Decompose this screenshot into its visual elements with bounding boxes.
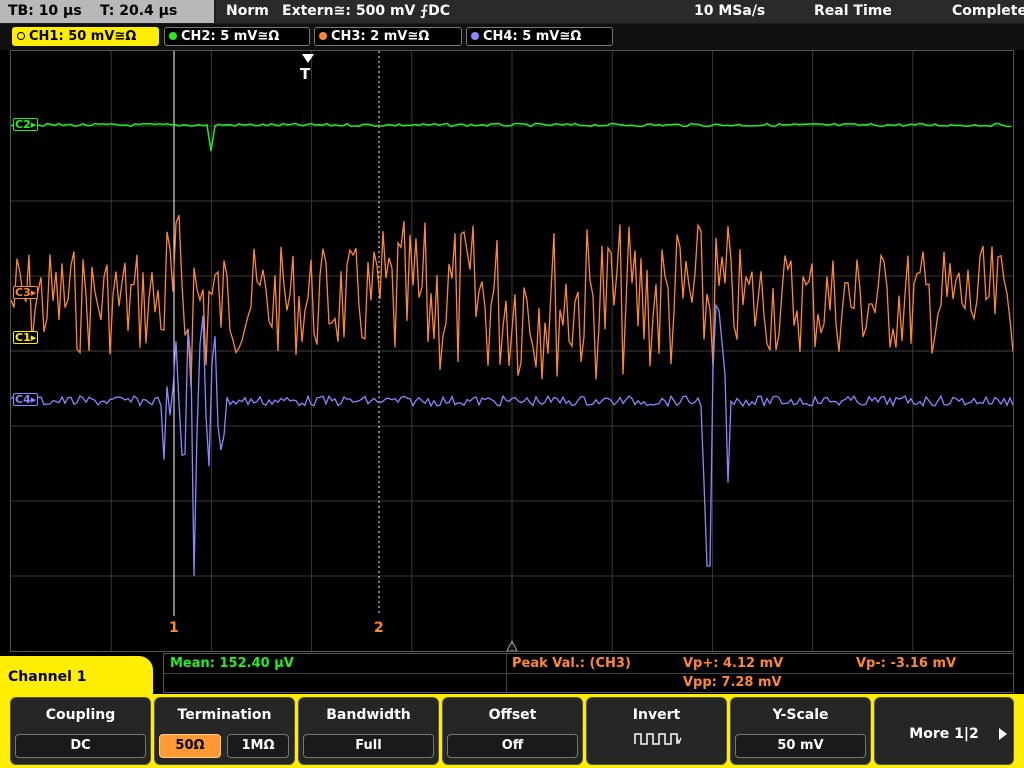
termination-title: Termination xyxy=(177,707,272,723)
channel-tabs: CH1: 50 mV≅Ω CH2: 5 mV≅Ω CH3: 2 mV≅Ω CH4… xyxy=(0,24,1024,50)
yscale-title: Y-Scale xyxy=(772,707,829,723)
bandwidth-value[interactable]: Full xyxy=(303,734,434,758)
ch4-level-marker[interactable]: C4▸ xyxy=(13,393,39,406)
tab-ch4-label: CH4: 5 mV≅Ω xyxy=(483,29,582,44)
acquisition-mode: Real Time xyxy=(814,3,892,19)
ch2-trace xyxy=(11,122,1012,152)
invert-title: Invert xyxy=(632,707,681,723)
sample-rate: 10 MSa/s xyxy=(694,3,766,19)
trigger-position-icon xyxy=(302,54,314,63)
vp-plus-measurement: Vp+: 4.12 mV xyxy=(683,656,784,671)
ch4-dot-icon xyxy=(471,32,479,40)
ch3-dot-icon xyxy=(319,32,327,40)
cursor-1-label[interactable]: 1 xyxy=(169,620,179,636)
cursor-2-label[interactable]: 2 xyxy=(374,620,384,636)
bandwidth-title: Bandwidth xyxy=(326,707,411,723)
bandwidth-softkey[interactable]: Bandwidth Full xyxy=(298,697,439,765)
coupling-value[interactable]: DC xyxy=(15,734,146,758)
timebase-value: TB: 10 µs xyxy=(8,3,82,19)
ch3-level-marker[interactable]: C3▸ xyxy=(13,286,39,299)
ch1-dot-icon xyxy=(17,32,25,40)
peak-measurement-label: Peak Val.: (CH3) xyxy=(512,656,631,671)
tab-ch3[interactable]: CH3: 2 mV≅Ω xyxy=(314,27,462,46)
tab-ch4[interactable]: CH4: 5 mV≅Ω xyxy=(466,27,613,46)
invert-waveform-icon xyxy=(634,733,682,745)
status-bar: TB: 10 µs T: 20.4 µs Norm Extern≅: 500 m… xyxy=(0,0,1024,24)
trigger-source: Extern≅: 500 mV ⨍DC xyxy=(282,3,451,19)
timebase-panel[interactable]: TB: 10 µs T: 20.4 µs xyxy=(0,0,214,23)
offset-value[interactable]: Off xyxy=(447,734,578,758)
measurement-col-divider xyxy=(506,654,507,692)
trigger-time-value: T: 20.4 µs xyxy=(100,3,178,19)
trigger-mode: Norm xyxy=(226,3,269,19)
next-page-icon xyxy=(999,728,1007,740)
more-softkey[interactable]: More 1|2 xyxy=(874,697,1014,765)
tab-ch2[interactable]: CH2: 5 mV≅Ω xyxy=(164,27,310,46)
ch1-level-marker[interactable]: C1▸ xyxy=(13,331,39,344)
offset-title: Offset xyxy=(488,707,537,723)
measurement-panel[interactable]: Mean: 152.40 µV Peak Val.: (CH3) Vp+: 4.… xyxy=(163,653,1014,693)
acquisition-status: Complete xyxy=(952,3,1024,19)
termination-50ohm-option[interactable]: 50Ω xyxy=(159,734,221,758)
yscale-value[interactable]: 50 mV xyxy=(735,734,866,758)
tab-ch1-label: CH1: 50 mV≅Ω xyxy=(29,29,137,44)
measurement-divider xyxy=(164,673,1013,674)
acquisition-panel[interactable]: Norm Extern≅: 500 mV ⨍DC 10 MSa/s Real T… xyxy=(216,0,1024,23)
ch2-dot-icon xyxy=(169,32,177,40)
mean-measurement: Mean: 152.40 µV xyxy=(170,656,294,671)
more-label: More 1|2 xyxy=(909,726,979,742)
termination-1mohm-option[interactable]: 1MΩ xyxy=(227,734,289,758)
tab-ch2-label: CH2: 5 mV≅Ω xyxy=(181,29,280,44)
tab-ch3-label: CH3: 2 mV≅Ω xyxy=(331,29,430,44)
waveform-canvas xyxy=(11,51,1013,651)
coupling-softkey[interactable]: Coupling DC xyxy=(10,697,151,765)
ch2-level-marker[interactable]: C2▸ xyxy=(13,118,39,131)
yscale-softkey[interactable]: Y-Scale 50 mV xyxy=(730,697,871,765)
termination-softkey[interactable]: Termination 50Ω 1MΩ xyxy=(154,697,295,765)
vp-minus-measurement: Vp-: -3.16 mV xyxy=(856,656,957,671)
trigger-position-label: T xyxy=(300,65,311,83)
softkey-bar: Coupling DC Termination 50Ω 1MΩ Bandwidt… xyxy=(0,694,1024,768)
coupling-title: Coupling xyxy=(45,707,116,723)
tab-ch1[interactable]: CH1: 50 mV≅Ω xyxy=(12,27,159,46)
invert-softkey[interactable]: Invert xyxy=(586,697,727,765)
waveform-display[interactable] xyxy=(10,50,1014,652)
offset-softkey[interactable]: Offset Off xyxy=(442,697,583,765)
vpp-measurement: Vpp: 7.28 mV xyxy=(683,675,782,690)
